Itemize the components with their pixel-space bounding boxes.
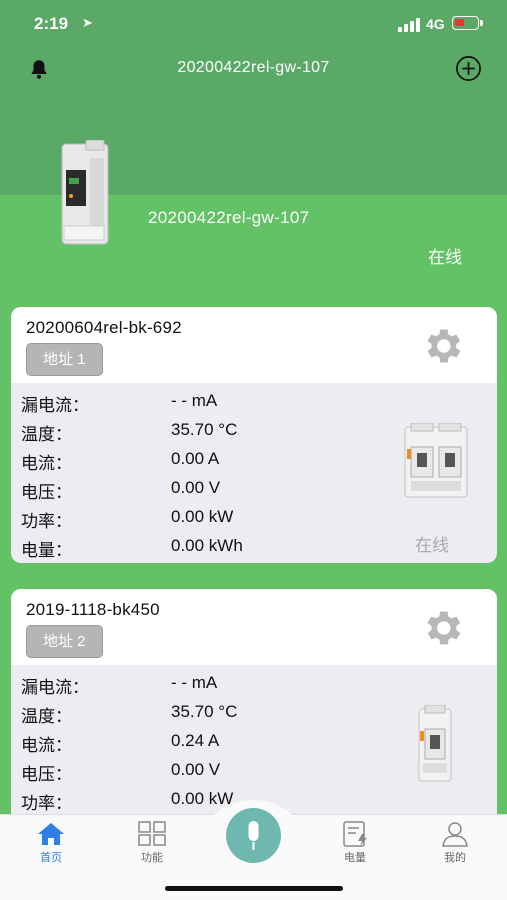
metric-value: 35.70 °C: [171, 702, 238, 721]
breaker-device-image: [418, 705, 452, 782]
network-type: 4G: [426, 16, 445, 32]
breaker-device-image: [404, 423, 468, 498]
metric-label: 功率：: [21, 794, 72, 813]
device-card[interactable]: 2019-1118-bk450 地址 2 漏电流： - - mA 温度： 35.…: [11, 589, 497, 829]
metric-row: 电量： 0.00 kWh: [21, 536, 381, 563]
metric-row: 电压： 0.00 V: [21, 478, 381, 507]
metric-row: 温度： 35.70 °C: [21, 702, 381, 731]
metric-value: 0.00 V: [171, 478, 221, 497]
gateway-status: 在线: [428, 248, 462, 267]
page-title: 20200422rel-gw-107: [177, 59, 330, 76]
address-button[interactable]: 地址 1: [26, 343, 103, 376]
battery-icon: [452, 16, 479, 30]
device-name: 20200604rel-bk-692: [26, 318, 182, 337]
metric-label: 温度：: [21, 425, 72, 444]
tab-label: 电量: [344, 852, 366, 864]
metric-value: 35.70 °C: [171, 420, 238, 439]
tab-label: 我的: [444, 852, 466, 864]
tab-energy[interactable]: 电量: [325, 821, 385, 865]
metric-label: 漏电流：: [21, 396, 89, 415]
metrics-list: 漏电流： - - mA 温度： 35.70 °C 电流： 0.24 A 电压： …: [21, 673, 381, 818]
metric-label: 电压：: [21, 765, 72, 784]
metric-label: 功率：: [21, 512, 72, 531]
metric-value: - - mA: [171, 673, 218, 692]
metric-row: 漏电流： - - mA: [21, 391, 381, 420]
device-name: 2019-1118-bk450: [26, 600, 160, 619]
tab-functions[interactable]: 功能: [122, 821, 182, 865]
metric-label: 电压：: [21, 483, 72, 502]
voice-button[interactable]: [226, 808, 281, 863]
metric-value: 0.24 A: [171, 731, 220, 750]
metric-value: - - mA: [171, 391, 218, 410]
metric-value: 0.00 kWh: [171, 536, 243, 555]
metric-label: 电流：: [21, 454, 72, 473]
status-time: 2:19: [34, 14, 69, 33]
user-icon: [442, 822, 468, 847]
metric-value: 0.00 A: [171, 449, 220, 468]
gear-icon[interactable]: [419, 323, 465, 369]
add-device-icon[interactable]: [455, 55, 482, 82]
device-card[interactable]: 20200604rel-bk-692 地址 1 漏电流： - - mA 温度： …: [11, 307, 497, 563]
nav-bar: 20200422rel-gw-107: [0, 50, 507, 86]
gear-icon[interactable]: [419, 605, 465, 651]
device-status: 在线: [415, 536, 449, 555]
home-indicator: [165, 886, 343, 891]
address-button[interactable]: 地址 2: [26, 625, 103, 658]
energy-report-icon: [343, 821, 367, 847]
location-arrow-icon: ➤: [82, 15, 93, 30]
tab-label: 功能: [141, 852, 163, 864]
bell-icon[interactable]: [28, 58, 50, 80]
status-bar: 2:19 ➤ 4G: [0, 0, 507, 50]
device-card-header: 2019-1118-bk450 地址 2: [11, 589, 497, 665]
metric-row: 电流： 0.24 A: [21, 731, 381, 760]
metric-row: 功率： 0.00 kW: [21, 507, 381, 536]
metric-value: 0.00 kW: [171, 507, 234, 526]
signal-icon: [398, 18, 420, 32]
tab-profile[interactable]: 我的: [425, 821, 485, 865]
metric-row: 温度： 35.70 °C: [21, 420, 381, 449]
tab-label: 首页: [40, 852, 62, 864]
metric-row: 电流： 0.00 A: [21, 449, 381, 478]
metric-value: 0.00 V: [171, 760, 221, 779]
device-card-header: 20200604rel-bk-692 地址 1: [11, 307, 497, 383]
gateway-name[interactable]: 20200422rel-gw-107: [148, 208, 309, 228]
gateway-device-image: [61, 140, 109, 245]
metrics-list: 漏电流： - - mA 温度： 35.70 °C 电流： 0.00 A 电压： …: [21, 391, 381, 563]
home-icon: [38, 823, 64, 845]
tab-home[interactable]: 首页: [21, 821, 81, 865]
metric-row: 漏电流： - - mA: [21, 673, 381, 702]
metric-row: 电压： 0.00 V: [21, 760, 381, 789]
metric-label: 漏电流：: [21, 678, 89, 697]
metric-label: 电流：: [21, 736, 72, 755]
battery-tip: [480, 20, 483, 26]
grid-icon: [138, 821, 166, 846]
metric-label: 温度：: [21, 707, 72, 726]
microphone-icon: [248, 821, 259, 850]
metric-label: 电量：: [21, 541, 72, 560]
